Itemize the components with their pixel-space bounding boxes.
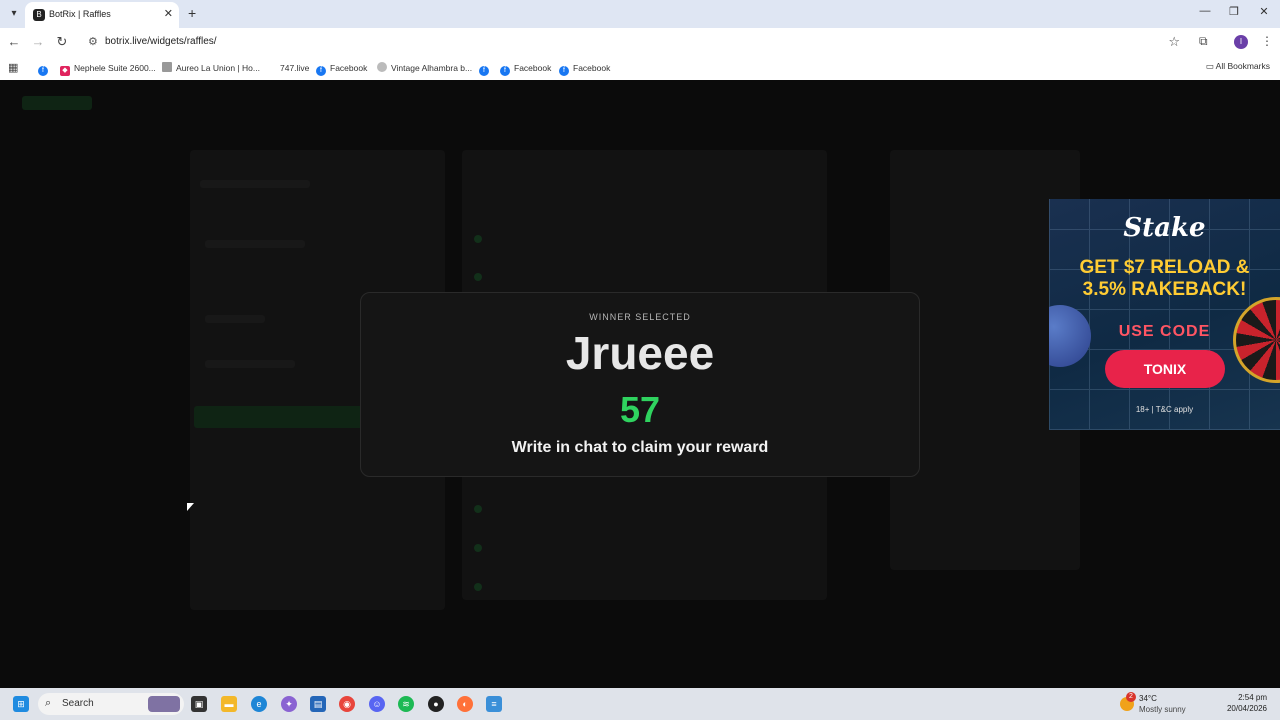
chrome-icon[interactable]: ◉: [339, 696, 355, 712]
claim-reward-message: Write in chat to claim your reward: [511, 439, 769, 456]
botrix-favicon-icon: B: [33, 9, 45, 21]
taskbar-search[interactable]: ⌕ Search: [38, 693, 184, 715]
weather-condition: Mostly sunny: [1139, 705, 1186, 714]
reload-icon[interactable]: ↻: [54, 34, 70, 50]
participant-status-icon: [474, 583, 482, 591]
minimize-icon[interactable]: —: [1190, 5, 1220, 17]
windows-taskbar: ⊞ ⌕ Search ▣ ▬ e ✦ ▤ ◉ ☺ ≋ ● ◐ ≡ 2 34°C …: [0, 688, 1280, 720]
winner-username: Jrueee: [565, 327, 715, 379]
botrix-logo: [22, 96, 92, 110]
bookmark-facebook-1[interactable]: f Facebook: [316, 61, 367, 76]
hotel-icon: [162, 62, 172, 72]
clock-date: 20/04/2026: [1226, 704, 1267, 713]
tab-search-chevron-icon[interactable]: ▾: [6, 6, 22, 22]
window-close-icon[interactable]: ✕: [1249, 5, 1279, 18]
setting-row-placeholder: [205, 360, 295, 368]
settings-title-placeholder: [200, 180, 310, 188]
new-tab-plus-icon[interactable]: +: [188, 5, 196, 21]
ad-headline: GET $7 RELOAD & 3.5% RAKEBACK!: [1049, 257, 1280, 301]
address-bar[interactable]: ⚙ botrix.live/widgets/raffles/ ☆: [80, 31, 1190, 53]
notepad-icon[interactable]: ≡: [486, 696, 502, 712]
windows-start-icon[interactable]: ⊞: [13, 696, 29, 712]
facebook-icon: f: [500, 66, 510, 76]
site-info-icon[interactable]: ⚙: [88, 35, 98, 48]
use-code-label: USE CODE: [1118, 323, 1211, 340]
back-arrow-icon[interactable]: ←: [6, 34, 22, 50]
bookmark-aureo[interactable]: Aureo La Union | Ho...: [162, 61, 260, 75]
copilot-icon[interactable]: ✦: [281, 696, 297, 712]
tab-title: BotRix | Raffles: [49, 9, 111, 19]
link-icon: [377, 62, 387, 72]
store-icon[interactable]: ▤: [310, 696, 326, 712]
ad-terms: 18+ | T&C apply: [1135, 405, 1194, 414]
firefox-icon[interactable]: ◐: [457, 696, 473, 712]
bookmark-nephele[interactable]: ◆ Nephele Suite 2600...: [60, 61, 156, 76]
participant-status-icon: [474, 544, 482, 552]
profile-avatar[interactable]: I: [1234, 35, 1248, 49]
weather-temperature: 34°C: [1139, 694, 1157, 703]
airbnb-icon: ◆: [60, 66, 70, 76]
weather-widget[interactable]: 2 34°C Mostly sunny: [1120, 692, 1200, 716]
facebook-icon: f: [559, 66, 569, 76]
extensions-puzzle-icon[interactable]: ⧉: [1199, 34, 1208, 49]
browser-toolbar: ← → ↻ ⚙ botrix.live/widgets/raffles/ ☆ ⧉…: [0, 28, 1280, 56]
bookmark-facebook-2[interactable]: f Facebook: [500, 61, 551, 76]
folder-icon: ▭: [1205, 61, 1216, 71]
setting-row-placeholder: [205, 315, 265, 323]
bookmark-facebook-icon-2[interactable]: f: [479, 61, 493, 76]
edge-icon[interactable]: e: [251, 696, 267, 712]
facebook-icon: f: [38, 66, 48, 76]
search-placeholder: Search: [62, 698, 94, 709]
participant-status-icon: [474, 235, 482, 243]
ad-headline-line2: 3.5% RAKEBACK!: [1082, 279, 1247, 300]
tab-strip: ▾ B BotRix | Raffles ✕ + — ❐ ✕: [0, 0, 1280, 28]
participant-status-icon: [474, 505, 482, 513]
clock-time: 2:54 pm: [1238, 693, 1267, 702]
setting-row-placeholder: [205, 240, 305, 248]
file-explorer-icon[interactable]: ▬: [221, 696, 237, 712]
all-bookmarks[interactable]: ▭ All Bookmarks: [1206, 61, 1270, 72]
search-highlight-image: [148, 696, 180, 712]
url-text[interactable]: botrix.live/widgets/raffles/: [105, 36, 217, 47]
browser-menu-icon[interactable]: ⋮: [1261, 34, 1273, 48]
obs-icon[interactable]: ●: [428, 696, 444, 712]
stake-logo: Stake: [1123, 213, 1206, 243]
bookmarks-bar: ▦ f ◆ Nephele Suite 2600... Aureo La Unio…: [0, 56, 1280, 81]
ad-headline-line1: GET $7 RELOAD &: [1079, 257, 1250, 278]
restore-icon[interactable]: ❐: [1219, 5, 1249, 18]
stake-advertisement[interactable]: Stake GET $7 RELOAD & 3.5% RAKEBACK! USE…: [1049, 199, 1280, 430]
weather-notification-badge: 2: [1126, 692, 1136, 702]
bookmark-747live[interactable]: 747.live: [280, 61, 309, 75]
facebook-icon: f: [316, 66, 326, 76]
apps-grid-icon[interactable]: ▦: [8, 61, 18, 74]
mouse-cursor-icon: [187, 503, 194, 511]
bookmark-facebook-3[interactable]: f Facebook: [559, 61, 610, 76]
bookmark-vintage-alhambra[interactable]: Vintage Alhambra b...: [377, 61, 472, 75]
facebook-icon: f: [479, 66, 489, 76]
bookmark-star-icon[interactable]: ☆: [1168, 34, 1180, 50]
winner-modal: WINNER SELECTED Jrueee 57 Write in chat …: [360, 292, 920, 477]
forward-arrow-icon[interactable]: →: [30, 34, 46, 50]
promo-code-button[interactable]: TONIX: [1105, 350, 1225, 388]
system-clock[interactable]: 2:54 pm 20/04/2026: [1227, 692, 1267, 714]
participant-status-icon: [474, 273, 482, 281]
task-view-icon[interactable]: ▣: [191, 696, 207, 712]
raffles-widget-page: WINNER SELECTED Jrueee 57 Write in chat …: [0, 80, 1280, 688]
winner-ticket-number: 57: [619, 389, 661, 430]
discord-icon[interactable]: ☺: [369, 696, 385, 712]
spotify-icon[interactable]: ≋: [398, 696, 414, 712]
bookmark-facebook-icon-only[interactable]: f: [38, 61, 52, 76]
search-icon: ⌕: [45, 697, 52, 709]
winner-selected-label: WINNER SELECTED: [589, 312, 691, 322]
tab-botrix-raffles[interactable]: B BotRix | Raffles ✕: [25, 2, 179, 28]
tab-close-icon[interactable]: ✕: [164, 7, 173, 20]
